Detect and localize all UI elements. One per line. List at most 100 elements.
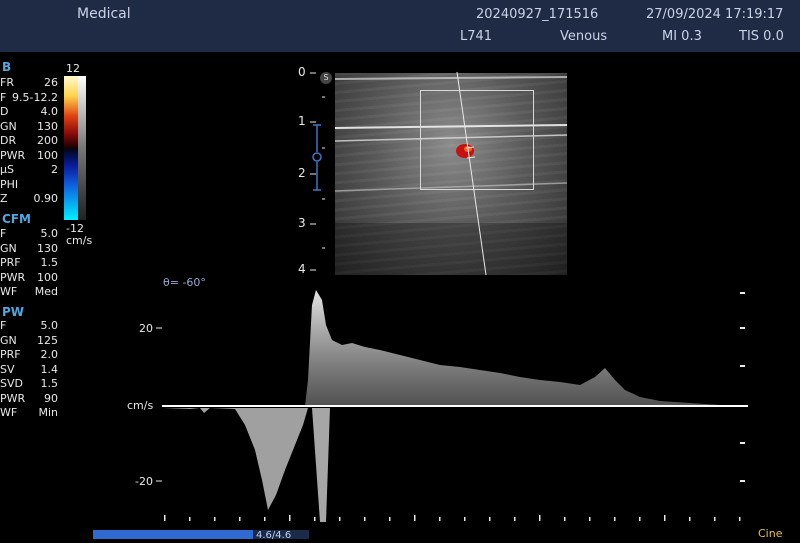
pw-param-key: SV bbox=[0, 362, 15, 376]
time-tick bbox=[664, 515, 666, 521]
cfm-param-key: PRF bbox=[0, 256, 21, 269]
cfm-param-row: PRF 1.5 bbox=[0, 256, 58, 270]
pw-param-key: PWR bbox=[0, 391, 26, 405]
color-scale-unit: cm/s bbox=[66, 234, 93, 247]
time-tick bbox=[439, 517, 441, 521]
header-bar: Medical 20240927_171516 27/09/2024 17:19… bbox=[0, 0, 800, 52]
cine-mode-label: Cine bbox=[758, 527, 783, 540]
b-mode-param-key: GN bbox=[0, 119, 17, 133]
cfm-param-value: 100 bbox=[37, 270, 58, 284]
b-mode-param-value: 9.5-12.2 bbox=[12, 90, 58, 104]
pw-param-key: GN bbox=[0, 333, 17, 347]
time-tick bbox=[589, 517, 591, 521]
time-tick bbox=[689, 517, 691, 521]
pw-param-value: 5.0 bbox=[40, 319, 59, 332]
cine-progress-bar[interactable] bbox=[93, 530, 253, 539]
b-mode-param-value: 100 bbox=[37, 148, 58, 162]
b-mode-param-value: 130 bbox=[37, 119, 58, 133]
b-mode-param-value: 26 bbox=[44, 76, 58, 89]
thermal-index: TIS 0.0 bbox=[739, 29, 784, 44]
b-mode-param-value: 2 bbox=[51, 163, 58, 176]
doppler-cursor-line[interactable] bbox=[440, 70, 500, 280]
pw-param-row: WF Min bbox=[0, 406, 58, 420]
b-mode-param-key: µS bbox=[0, 163, 14, 176]
spectrum-tick-label: -20 bbox=[135, 475, 153, 488]
time-tick bbox=[614, 517, 616, 521]
time-tick bbox=[489, 517, 491, 521]
doppler-spectrum bbox=[156, 290, 748, 522]
cfm-param-row: WF Med bbox=[0, 285, 58, 299]
time-tick bbox=[314, 517, 316, 521]
pw-param-row: SV 1.4 bbox=[0, 363, 58, 377]
facility-name: Medical bbox=[77, 6, 131, 22]
b-mode-param-value: 200 bbox=[37, 134, 58, 147]
cfm-title: CFM bbox=[2, 212, 31, 226]
time-tick bbox=[214, 517, 216, 521]
time-tick bbox=[739, 517, 741, 521]
cfm-param-value: 130 bbox=[37, 241, 58, 255]
pw-param-value: 1.4 bbox=[40, 362, 59, 376]
time-tick bbox=[464, 517, 466, 521]
time-tick bbox=[239, 517, 241, 521]
time-tick bbox=[189, 517, 191, 521]
depth-ruler bbox=[310, 72, 325, 271]
time-tick bbox=[639, 517, 641, 521]
cfm-param-key: GN bbox=[0, 241, 17, 255]
cfm-param-value: 5.0 bbox=[40, 227, 59, 240]
pw-param-row: F 5.0 bbox=[0, 319, 58, 333]
pw-param-key: WF bbox=[0, 406, 18, 419]
time-tick bbox=[389, 517, 391, 521]
b-mode-param-key: PHI bbox=[0, 177, 19, 191]
exam-preset: Venous bbox=[560, 29, 608, 44]
b-mode-param-row: Z 0.90 bbox=[0, 192, 58, 206]
pw-param-value: 90 bbox=[44, 391, 58, 405]
b-mode-param-value: 0.90 bbox=[33, 192, 59, 205]
pw-param-row: SVD 1.5 bbox=[0, 377, 58, 391]
pw-param-value: 1.5 bbox=[40, 377, 59, 390]
pw-param-row: PRF 2.0 bbox=[0, 348, 58, 362]
cfm-param-key: WF bbox=[0, 285, 18, 298]
cfm-param-value: Med bbox=[34, 285, 58, 298]
exam-datetime: 27/09/2024 17:19:17 bbox=[646, 7, 784, 22]
b-mode-param-key: F bbox=[0, 90, 7, 104]
pw-param-value: 2.0 bbox=[40, 348, 59, 361]
time-tick bbox=[414, 515, 416, 521]
b-mode-param-key: Z bbox=[0, 192, 8, 205]
time-tick bbox=[339, 517, 341, 521]
pw-param-row: PWR 90 bbox=[0, 392, 58, 406]
cfm-param-key: PWR bbox=[0, 270, 26, 284]
study-id: 20240927_171516 bbox=[476, 7, 599, 22]
cine-frame-counter: 4.6/4.6 bbox=[256, 530, 292, 541]
cfm-param-row: F 5.0 bbox=[0, 227, 58, 241]
time-tick bbox=[514, 517, 516, 521]
pw-param-key: F bbox=[0, 319, 7, 332]
spectrum-tick-label: 20 bbox=[139, 322, 153, 335]
b-mode-param-row: D 4.0 bbox=[0, 105, 58, 119]
orientation-marker-icon: S bbox=[320, 72, 332, 84]
time-tick bbox=[364, 517, 366, 521]
time-tick bbox=[564, 517, 566, 521]
pw-param-row: GN 125 bbox=[0, 334, 58, 348]
pw-param-key: PRF bbox=[0, 348, 21, 361]
probe-name: L741 bbox=[460, 29, 493, 44]
pw-param-key: SVD bbox=[0, 377, 23, 390]
cfm-param-value: 1.5 bbox=[40, 256, 59, 269]
color-velocity-bar bbox=[64, 76, 86, 220]
b-mode-param-key: PWR bbox=[0, 148, 26, 162]
cfm-param-key: F bbox=[0, 227, 7, 240]
b-mode-title: B bbox=[2, 60, 12, 74]
pw-title: PW bbox=[2, 305, 25, 319]
time-tick bbox=[539, 515, 541, 521]
pw-param-value: Min bbox=[38, 406, 58, 419]
b-mode-param-row: µS 2 bbox=[0, 163, 58, 177]
b-mode-param-row: F 9.5-12.2 bbox=[0, 91, 58, 105]
b-mode-param-key: DR bbox=[0, 134, 17, 147]
pw-param-value: 125 bbox=[37, 333, 58, 347]
b-mode-param-row: DR 200 bbox=[0, 134, 58, 148]
b-mode-param-row: PHI bbox=[0, 178, 58, 192]
b-mode-param-row: PWR 100 bbox=[0, 149, 58, 163]
time-tick bbox=[164, 515, 166, 521]
b-mode-param-key: FR bbox=[0, 76, 14, 89]
time-tick bbox=[714, 517, 716, 521]
cfm-param-row: GN 130 bbox=[0, 242, 58, 256]
